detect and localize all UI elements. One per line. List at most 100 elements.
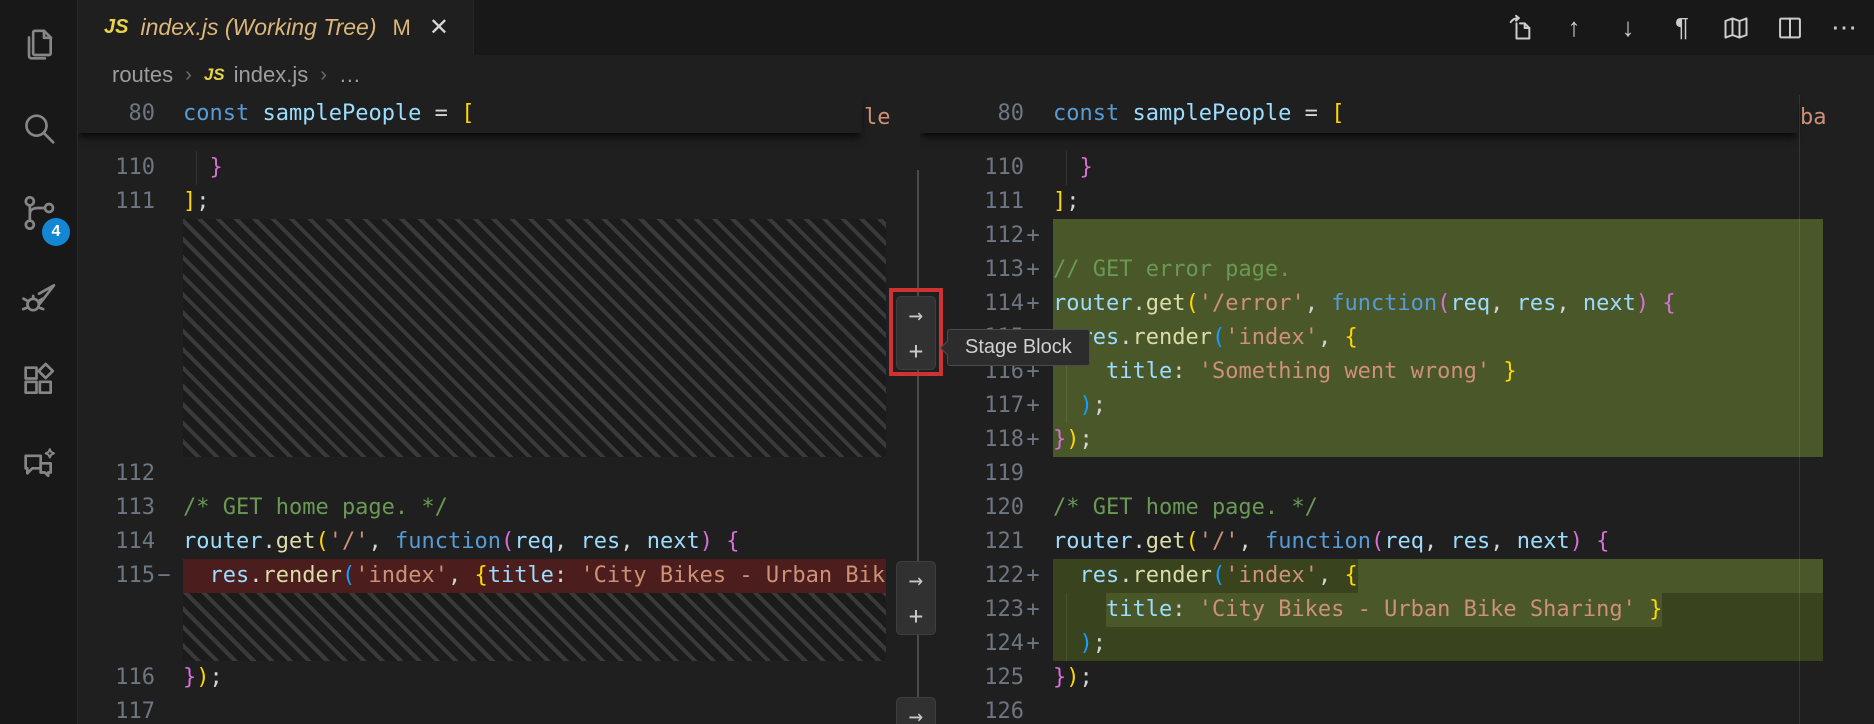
close-tab-icon[interactable]: ✕ bbox=[429, 13, 449, 42]
code-line-content: /* GET home page. */ bbox=[183, 491, 886, 525]
code-token: { bbox=[1596, 525, 1609, 559]
code-line-content: title: 'Something went wrong' } bbox=[1053, 355, 1823, 389]
split-editor-icon[interactable] bbox=[1774, 12, 1806, 44]
revert-block-button[interactable]: → bbox=[897, 698, 935, 724]
show-whitespace-icon[interactable]: ¶ bbox=[1666, 12, 1698, 44]
diff-line-marker bbox=[155, 491, 173, 525]
previous-change-icon[interactable]: ↑ bbox=[1558, 12, 1590, 44]
tab-title: index.js (Working Tree) bbox=[140, 14, 376, 41]
code-token: 'City Bikes - Urban Bike Sharing' bbox=[580, 559, 886, 593]
extensions-icon[interactable] bbox=[0, 346, 78, 416]
code-token: . bbox=[1119, 559, 1132, 593]
code-token bbox=[1636, 597, 1649, 622]
code-token: : bbox=[1172, 597, 1199, 622]
added-char-fill bbox=[1358, 559, 1823, 593]
code-token: ( bbox=[501, 525, 514, 559]
diff-line-marker bbox=[155, 151, 173, 185]
line-number: 114 bbox=[78, 525, 155, 559]
code-line-right-112: 112+ bbox=[920, 219, 1874, 253]
code-token: samplePeople bbox=[1132, 95, 1291, 133]
line-number: 111 bbox=[78, 185, 155, 219]
code-line-content: ); bbox=[1053, 389, 1823, 423]
code-line-content: /* GET home page. */ bbox=[1053, 491, 1823, 525]
tab-index-js[interactable]: JS index.js (Working Tree) M ✕ bbox=[78, 0, 474, 55]
code-line-content: // GET error page. bbox=[1053, 253, 1823, 287]
code-token: , bbox=[368, 525, 395, 559]
code-token: { bbox=[726, 525, 739, 559]
code-token: : bbox=[1172, 355, 1199, 389]
source-control-icon[interactable]: 4 bbox=[0, 178, 78, 248]
code-token: ; bbox=[1093, 627, 1106, 661]
code-token: req bbox=[1450, 287, 1490, 321]
code-line-right-111: 111]; bbox=[920, 185, 1874, 219]
run-and-debug-icon[interactable] bbox=[0, 262, 78, 332]
code-token: , bbox=[554, 525, 581, 559]
line-number: 120 bbox=[920, 491, 1024, 525]
diff-line-marker: + bbox=[1024, 593, 1042, 627]
code-token: ( bbox=[315, 525, 328, 559]
diff-line-marker: + bbox=[1024, 389, 1042, 423]
code-line-right-118: 118+}); bbox=[920, 423, 1874, 457]
chevron-right-icon: › bbox=[185, 64, 192, 87]
code-token: , bbox=[620, 525, 647, 559]
diff-hidden-region-hatch bbox=[183, 219, 886, 457]
code-line-content: }); bbox=[183, 661, 886, 695]
diff-modified-editor[interactable]: 110 }111];112+113+// GET error page.114+… bbox=[920, 95, 1874, 724]
explorer-icon[interactable] bbox=[0, 10, 78, 80]
diff-line-marker: + bbox=[1024, 559, 1042, 593]
code-token: : bbox=[554, 559, 581, 593]
code-token: 'City Bikes - Urban Bike Sharing' bbox=[1199, 597, 1636, 622]
breadcrumb-file[interactable]: index.js bbox=[234, 62, 309, 88]
code-token: req bbox=[514, 525, 554, 559]
diff-line-marker bbox=[155, 185, 173, 219]
code-token: get bbox=[276, 525, 316, 559]
code-token: const bbox=[183, 95, 249, 133]
breadcrumb-folder[interactable]: routes bbox=[112, 62, 173, 88]
line-number: 110 bbox=[78, 151, 155, 185]
code-token: res bbox=[1450, 525, 1490, 559]
chevron-right-icon: › bbox=[320, 64, 327, 87]
sticky-scroll-line[interactable]: 80const samplePeople = [ bbox=[920, 95, 1798, 133]
line-number: 112 bbox=[920, 219, 1024, 253]
diff-sash[interactable] bbox=[917, 170, 919, 724]
code-line-content bbox=[1053, 219, 1823, 253]
diff-line-marker bbox=[1024, 695, 1042, 724]
code-line-right-119: 119 bbox=[920, 457, 1874, 491]
line-number: 118 bbox=[920, 423, 1024, 457]
diff-line-marker bbox=[1024, 95, 1042, 133]
code-token: title bbox=[1106, 597, 1172, 622]
code-token: = bbox=[421, 95, 461, 133]
revert-block-button[interactable]: → bbox=[897, 562, 935, 598]
diff-line-marker bbox=[155, 457, 173, 491]
clipped-code-fragment: ba bbox=[1800, 105, 1827, 130]
sticky-scroll-line[interactable]: 80const samplePeople = [ bbox=[78, 95, 862, 133]
breadcrumb-symbol[interactable]: … bbox=[339, 62, 361, 88]
code-token: , bbox=[1305, 287, 1332, 321]
editor-actions: ↑ ↓ ¶ ⋯ bbox=[1504, 0, 1860, 55]
stage-block-button[interactable]: + bbox=[897, 598, 935, 634]
map-icon[interactable] bbox=[1720, 12, 1752, 44]
chat-icon[interactable] bbox=[0, 430, 78, 500]
code-token bbox=[183, 559, 210, 593]
code-token: ) bbox=[196, 661, 209, 695]
open-file-icon[interactable] bbox=[1504, 12, 1536, 44]
diff-original-editor[interactable]: 110 }111];112113/* GET home page. */114r… bbox=[78, 95, 890, 724]
next-change-icon[interactable]: ↓ bbox=[1612, 12, 1644, 44]
diff-line-marker bbox=[155, 95, 173, 133]
line-number: 115 bbox=[78, 559, 155, 593]
line-number: 121 bbox=[920, 525, 1024, 559]
code-line-left-114: 114router.get('/', function(req, res, ne… bbox=[78, 525, 890, 559]
search-icon[interactable] bbox=[0, 94, 78, 164]
code-token: } bbox=[1080, 151, 1093, 185]
code-line-content: } bbox=[1053, 151, 1823, 185]
code-token: ] bbox=[183, 185, 196, 219]
code-line-left-110: 110 } bbox=[78, 151, 890, 185]
code-token: render bbox=[1133, 559, 1212, 593]
diff-line-marker bbox=[1024, 457, 1042, 491]
code-token bbox=[1490, 355, 1503, 389]
diff-line-marker bbox=[1024, 661, 1042, 695]
more-actions-icon[interactable]: ⋯ bbox=[1828, 12, 1860, 44]
line-number: 112 bbox=[78, 457, 155, 491]
code-line-right-117: 117+ ); bbox=[920, 389, 1874, 423]
diff-line-marker: + bbox=[1024, 423, 1042, 457]
